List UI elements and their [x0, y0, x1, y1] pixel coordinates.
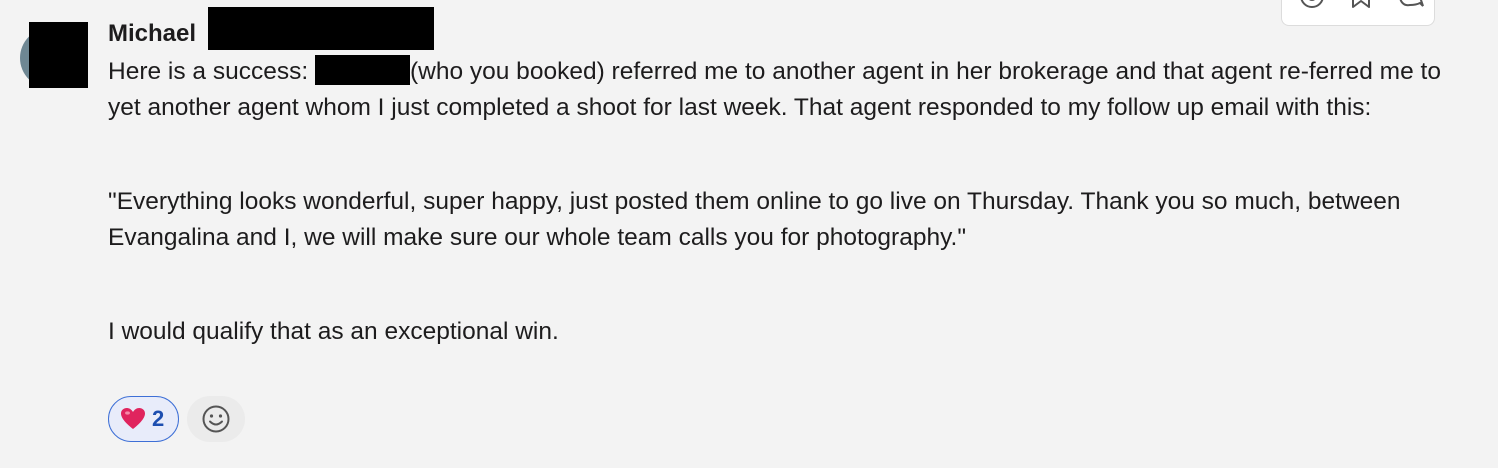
- comment-icon[interactable]: [1396, 0, 1424, 11]
- add-reaction-button[interactable]: [187, 396, 245, 442]
- message-paragraph-2: "Everything looks wonderful, super happy…: [108, 188, 1401, 251]
- reaction-heart[interactable]: 2: [108, 396, 179, 442]
- message-hover-toolbar: [1281, 0, 1435, 26]
- redacted-avatar: [29, 22, 88, 88]
- author-name[interactable]: Michael: [108, 19, 196, 49]
- message-paragraph-1: Here is a success: (who you booked) refe…: [108, 54, 1448, 126]
- reply-icon[interactable]: [1298, 0, 1326, 11]
- heart-emoji-icon: [120, 406, 146, 432]
- message-text-1a: Here is a success:: [108, 58, 315, 85]
- bookmark-icon[interactable]: [1347, 0, 1375, 11]
- redacted-surname: [208, 7, 434, 50]
- avatar[interactable]: [20, 22, 88, 88]
- message-body: Here is a success: (who you booked) refe…: [108, 54, 1448, 350]
- reaction-count: 2: [152, 406, 165, 431]
- message-paragraph-3: I would qualify that as an exceptional w…: [108, 318, 559, 345]
- redacted-name-inline: [314, 55, 410, 85]
- smiley-icon: [202, 405, 230, 433]
